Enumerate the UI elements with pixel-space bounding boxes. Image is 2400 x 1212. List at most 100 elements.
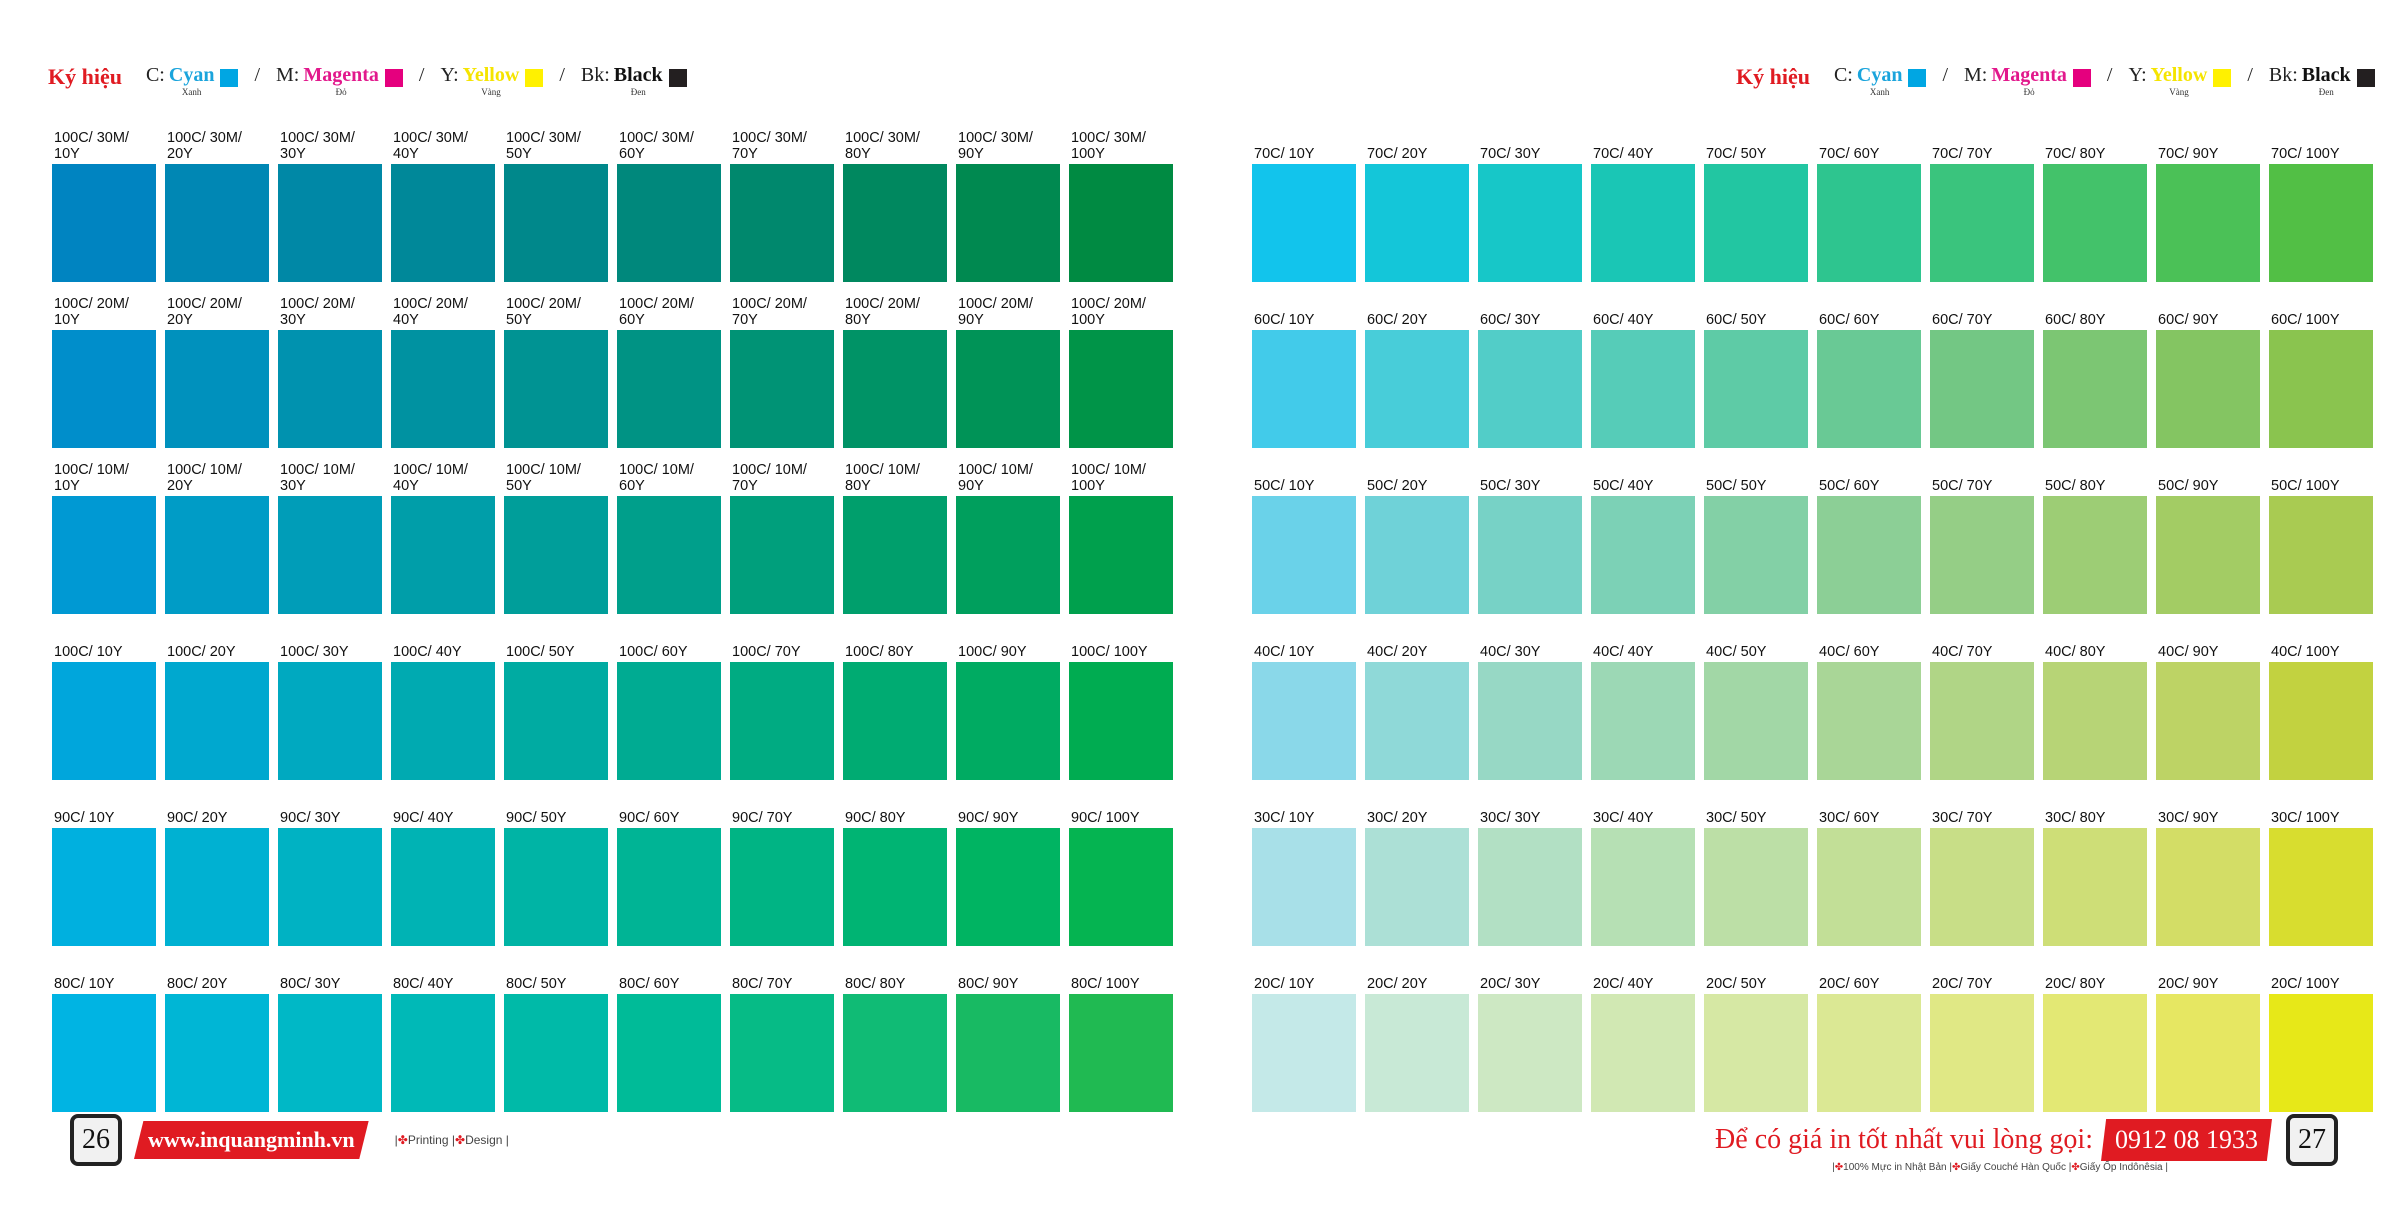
color-label: 70C/ 90Y	[2158, 146, 2219, 162]
color-swatch	[504, 164, 608, 282]
color-cell: 50C/ 50Y	[1704, 448, 1809, 614]
color-swatch	[1069, 662, 1173, 780]
legend-separator: /	[418, 64, 425, 86]
color-swatch	[504, 662, 608, 780]
color-cell: 90C/ 60Y	[617, 780, 722, 946]
color-cell: 20C/ 30Y	[1478, 946, 1583, 1112]
color-label: 40C/ 40Y	[1593, 644, 1654, 660]
color-label: 50C/ 40Y	[1593, 478, 1654, 494]
color-swatch	[2043, 496, 2147, 614]
magenta-swatch	[384, 69, 403, 87]
color-label: 100C/ 10Y	[54, 644, 123, 660]
color-swatch	[843, 496, 947, 614]
legend-code: M:	[1964, 64, 1988, 86]
fine-ink: 100% Mực in Nhật Bản	[1843, 1162, 1947, 1173]
yellow-swatch	[2213, 69, 2232, 87]
cross-icon: ✤	[455, 1133, 466, 1147]
legend-yellow: Y: Yellow Vàng	[2128, 64, 2232, 97]
color-label: 30C/ 10Y	[1254, 810, 1315, 826]
color-cell: 100C/ 30M/ 10Y	[52, 116, 157, 282]
color-swatch	[2269, 164, 2373, 282]
color-label: 50C/ 10Y	[1254, 478, 1315, 494]
color-swatch	[730, 330, 834, 448]
legend-title: Ký hiệu	[48, 64, 122, 89]
color-label: 60C/ 30Y	[1480, 312, 1541, 328]
color-cell: 100C/ 30M/ 80Y	[843, 116, 948, 282]
color-swatch	[278, 330, 382, 448]
cross-icon: ✤	[397, 1133, 408, 1147]
color-swatch	[165, 828, 269, 946]
fine-print: |✤100% Mực in Nhật Bản |✤Giấy Couché Hàn…	[1832, 1162, 2168, 1173]
color-label: 60C/ 80Y	[2045, 312, 2106, 328]
color-cell: 90C/ 40Y	[391, 780, 496, 946]
color-swatch	[1591, 164, 1695, 282]
color-cell: 90C/ 30Y	[278, 780, 383, 946]
color-label: 100C/ 10M/ 10Y	[54, 462, 129, 494]
color-cell: 100C/ 10M/ 40Y	[391, 448, 496, 614]
color-label: 80C/ 20Y	[167, 976, 228, 992]
color-cell: 100C/ 20M/ 40Y	[391, 282, 496, 448]
swatch-grid-right: 70C/ 10Y 70C/ 20Y 70C/ 30Y 70C/ 40Y 70C/ 50Y…	[1252, 116, 2374, 1112]
color-cell: 30C/ 100Y	[2269, 780, 2374, 946]
color-cell: 100C/ 90Y	[956, 614, 1061, 780]
legend-code: C:	[1833, 64, 1853, 86]
website-link[interactable]: www.inquangminh.vn	[134, 1121, 369, 1159]
color-label: 100C/ 30M/ 60Y	[619, 130, 694, 162]
color-cell: 80C/ 100Y	[1069, 946, 1174, 1112]
color-cell: 100C/ 30M/ 60Y	[617, 116, 722, 282]
color-label: 100C/ 30M/ 100Y	[1071, 130, 1146, 162]
color-swatch	[956, 164, 1060, 282]
color-swatch	[617, 330, 721, 448]
color-label: 80C/ 100Y	[1071, 976, 1140, 992]
color-cell: 20C/ 10Y	[1252, 946, 1357, 1112]
phone-number[interactable]: 0912 08 1933	[2101, 1119, 2272, 1161]
color-cell: 60C/ 90Y	[2156, 282, 2261, 448]
cross-icon: ✤	[2071, 1162, 2080, 1173]
legend-code: Bk:	[580, 64, 610, 86]
color-cell: 40C/ 80Y	[2043, 614, 2148, 780]
color-cell: 100C/ 30M/ 50Y	[504, 116, 609, 282]
page-number: 27	[2286, 1114, 2338, 1166]
color-label: 50C/ 100Y	[2271, 478, 2340, 494]
color-label: 20C/ 40Y	[1593, 976, 1654, 992]
color-label: 30C/ 100Y	[2271, 810, 2340, 826]
legend-name: Black	[2301, 64, 2351, 86]
color-cell: 60C/ 60Y	[1817, 282, 1922, 448]
color-swatch	[617, 828, 721, 946]
legend: Ký hiệu C: Cyan Xanh / M: Magenta Đỏ / Y: …	[48, 64, 687, 104]
color-swatch	[730, 662, 834, 780]
color-cell: 70C/ 10Y	[1252, 116, 1357, 282]
color-swatch	[2156, 994, 2260, 1112]
color-swatch	[504, 496, 608, 614]
color-label: 80C/ 80Y	[845, 976, 906, 992]
color-cell: 100C/ 10Y	[52, 614, 157, 780]
color-swatch	[1704, 330, 1808, 448]
color-cell: 100C/ 20M/ 10Y	[52, 282, 157, 448]
footer-left: 26 www.inquangminh.vn |✤Printing |✤Desig…	[70, 1114, 509, 1166]
legend-name: Cyan	[168, 64, 215, 86]
color-swatch	[1365, 496, 1469, 614]
color-swatch	[165, 496, 269, 614]
color-label: 90C/ 60Y	[619, 810, 680, 826]
color-cell: 90C/ 80Y	[843, 780, 948, 946]
color-cell: 20C/ 50Y	[1704, 946, 1809, 1112]
color-cell: 80C/ 80Y	[843, 946, 948, 1112]
color-swatch	[1478, 662, 1582, 780]
color-swatch	[2043, 330, 2147, 448]
cyan-swatch	[1908, 69, 1927, 87]
color-label: 80C/ 50Y	[506, 976, 567, 992]
color-label: 100C/ 20M/ 70Y	[732, 296, 807, 328]
color-label: 90C/ 70Y	[732, 810, 793, 826]
color-cell: 100C/ 40Y	[391, 614, 496, 780]
color-label: 100C/ 30M/ 10Y	[54, 130, 129, 162]
legend-cyan: C: Cyan Xanh	[146, 64, 239, 97]
color-swatch	[2156, 496, 2260, 614]
color-label: 100C/ 20M/ 40Y	[393, 296, 468, 328]
black-swatch	[668, 69, 687, 87]
color-swatch	[2269, 662, 2373, 780]
color-swatch	[2269, 828, 2373, 946]
color-label: 70C/ 40Y	[1593, 146, 1654, 162]
color-label: 50C/ 90Y	[2158, 478, 2219, 494]
color-label: 20C/ 50Y	[1706, 976, 1767, 992]
color-swatch	[1252, 496, 1356, 614]
